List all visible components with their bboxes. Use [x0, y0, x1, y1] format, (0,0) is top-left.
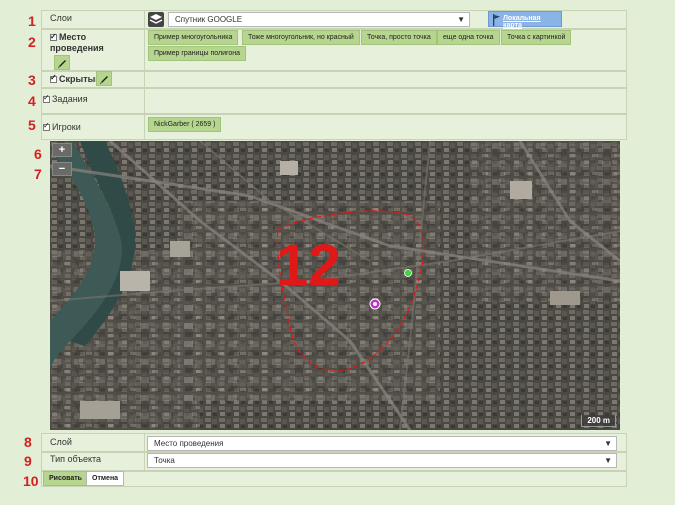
venue-button-polygon-example[interactable]: Пример многоугольника [148, 30, 239, 45]
venue-label-line1: Место [59, 32, 87, 42]
marker-2: 2 [28, 34, 36, 50]
satellite-map[interactable]: 12 200 m [50, 141, 620, 430]
form-layer-value: Место проведения [154, 439, 224, 448]
zoom-in-button[interactable]: + [52, 143, 72, 157]
venue-button-another-point[interactable]: еще одна точка [437, 30, 500, 45]
layers-select[interactable]: Спутник GOOGLE ▼ [168, 12, 470, 27]
marker-1: 1 [28, 13, 36, 29]
chevron-down-icon: ▼ [604, 439, 612, 448]
venue-button-polygon-border[interactable]: Пример границы полигона [148, 46, 247, 61]
tasks-label-text: Задания [52, 94, 88, 104]
marker-3: 3 [28, 72, 36, 88]
venue-button-point-with-image[interactable]: Точка с картинкой [501, 30, 572, 45]
venue-label: Место проведения [50, 31, 104, 54]
marker-8: 8 [24, 434, 32, 450]
pencil-icon [100, 76, 108, 84]
pencil-icon [58, 60, 66, 68]
venue-label-line2: проведения [50, 43, 104, 53]
players-checkbox[interactable] [43, 121, 50, 132]
layers-label: Слои [50, 13, 72, 23]
hidden-row: Скрытый [41, 71, 627, 88]
player-button-nickgarber[interactable]: NickGarber ( 2659 ) [148, 117, 222, 132]
tasks-checkbox[interactable] [43, 93, 50, 104]
venue-button-red-polygon[interactable]: Тоже многоугольник, но красный [242, 30, 360, 45]
layers-icon [148, 12, 164, 27]
flag-icon [493, 14, 500, 26]
players-label: Игроки [43, 121, 81, 132]
form-type-select[interactable]: Точка ▼ [147, 453, 617, 468]
form-type-label: Тип объекта [50, 454, 102, 464]
hidden-label: Скрытый [50, 73, 101, 84]
layers-select-value: Спутник GOOGLE [175, 15, 243, 24]
hidden-checkbox[interactable] [50, 73, 57, 84]
local-map-label: Локальная карта [503, 15, 541, 29]
chevron-down-icon: ▼ [457, 15, 465, 24]
marker-7: 7 [34, 166, 42, 182]
cancel-button[interactable]: Отмена [86, 471, 125, 486]
edit-hidden-button[interactable] [96, 71, 112, 86]
marker-10: 10 [23, 473, 39, 489]
draw-button[interactable]: Рисовать [43, 471, 88, 486]
zoom-out-button[interactable]: − [52, 162, 72, 176]
form-layer-label: Слой [50, 437, 72, 447]
marker-9: 9 [24, 453, 32, 469]
venue-button-simple-point[interactable]: Точка, просто точка [361, 30, 437, 45]
marker-5: 5 [28, 117, 36, 133]
edit-venue-button[interactable] [54, 55, 70, 70]
local-map-button[interactable]: Локальная карта [488, 11, 562, 29]
form-actions-row [41, 471, 627, 487]
marker-6: 6 [34, 146, 42, 162]
tasks-label: Задания [43, 93, 88, 104]
venue-checkbox[interactable] [50, 31, 57, 42]
tasks-row: Задания [41, 88, 627, 114]
map-overlay-number: 12 [276, 233, 341, 298]
hidden-label-text: Скрытый [59, 74, 101, 84]
map-scale: 200 m [581, 415, 616, 427]
chevron-down-icon: ▼ [604, 456, 612, 465]
form-layer-select[interactable]: Место проведения ▼ [147, 436, 617, 451]
players-row: Игроки [41, 114, 627, 140]
marker-4: 4 [28, 93, 36, 109]
players-label-text: Игроки [52, 122, 81, 132]
form-type-value: Точка [154, 456, 175, 465]
